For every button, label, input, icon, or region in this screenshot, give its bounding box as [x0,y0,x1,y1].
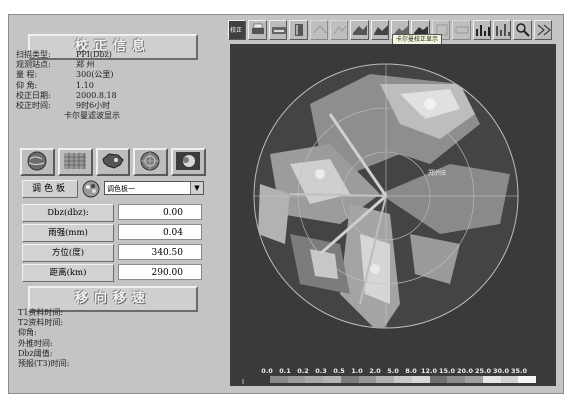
legend-swatch [482,376,501,383]
legend-swatch [429,376,448,383]
info-row: 校正日期: 2000.8.18 [16,90,117,100]
info-row: 仰 角: 1.10 [16,80,94,90]
vertical-profile-icon[interactable] [370,20,389,40]
legend-swatch [518,376,537,383]
legend-swatch [305,376,324,383]
legend-value: 20.0 [456,367,474,375]
info-row: 扫描类型: PPI(Dbz) [16,50,112,59]
readout-azimuth: 方位(度) 340.50 [22,244,202,262]
radar-display[interactable]: 郑州E I [230,44,556,386]
legend-value: 12.0 [420,367,438,375]
palette-select-value: 调色板一 [107,185,135,193]
readout-label: Dbz(dbz): [22,204,114,222]
legend-value: 0.2 [297,367,309,375]
info-note: 卡尔曼滤波显示 [64,111,120,121]
legend-value: 35.0 [510,367,528,375]
cloud-image-icon[interactable] [171,148,206,176]
radar-image [253,63,519,329]
legend-swatch [287,376,306,383]
book-icon[interactable] [289,20,308,40]
zoom-icon[interactable] [513,20,532,40]
histogram-icon[interactable] [492,20,512,40]
info-row: 校正时间: 9时6小时 [16,101,111,111]
legend-swatch [340,376,359,383]
legend-value: 30.0 [492,367,510,375]
motion-row: 仰角: [18,328,37,338]
motion-row: T1资料时间: [18,308,64,317]
info-row: 量 程: 300(公里) [16,70,114,80]
globe-map-icon[interactable] [20,148,55,176]
calibration-info: 扫描类型: PPI(Dbz) 观测站点: 郑 州 量 程: 300(公里) 仰 角: 1… [16,50,204,136]
legend-swatch [323,376,341,383]
chevron-down-icon[interactable]: ▼ [190,182,203,194]
legend-value: 1.0 [351,367,363,375]
palette-select[interactable]: 调色板一 ▼ [104,181,204,195]
readout-label: 距离(km) [22,264,114,282]
station-label: 郑州E [428,169,447,177]
palette-icon[interactable] [82,180,100,198]
radar-circle-icon[interactable] [133,148,169,176]
legend-value: 0.1 [279,367,291,375]
grid-icon[interactable] [57,148,93,176]
legend-value: 0.0 [261,367,273,375]
legend-value: 5.0 [387,367,399,375]
calibrate-button[interactable]: 校正 [228,20,247,40]
readout-value[interactable]: 0.00 [118,204,202,220]
legend-values: 0.0 0.1 0.2 0.3 0.5 1.0 2.0 5.0 8.0 12.0… [258,367,528,375]
legend-value: 25.0 [474,367,492,375]
cloud-top-icon[interactable] [350,20,369,40]
legend-swatch [500,376,519,383]
printer-setup-icon[interactable] [268,20,288,40]
map-tool-buttons [20,148,206,176]
readout-value[interactable]: 0.04 [118,224,202,240]
legend-swatch [394,376,412,383]
legend-color-bar [270,376,537,383]
legend-value: 2.0 [369,367,381,375]
readout-value[interactable]: 290.00 [118,264,202,280]
readout-dbz: Dbz(dbz): 0.00 [22,204,202,222]
rain-icon[interactable] [329,20,349,40]
legend-swatch [358,376,377,383]
bar-chart-icon[interactable] [472,20,491,40]
china-map-icon[interactable] [95,148,131,176]
motion-row: T2资料时间: [18,318,64,328]
legend-value: 0.3 [315,367,327,375]
left-panel: 校正信息 扫描类型: PPI(Dbz) 观测站点: 郑 州 量 程: 300(公里) … [14,24,210,386]
readout-distance: 距离(km) 290.00 [22,264,202,282]
readout-label: 雨强(mm) [22,224,114,242]
legend-value: 15.0 [438,367,456,375]
readout-rain: 雨强(mm) 0.04 [22,224,202,242]
readout-label: 方位(度) [22,244,114,262]
print-icon[interactable] [248,20,267,40]
motion-row: 外推时间: [18,338,53,348]
palette-row: 调色板 调色板一 ▼ [22,180,208,198]
radar-toolbar: 校正 [228,20,552,42]
palette-label: 调色板 [22,180,78,198]
motion-row: 预报(T3)时间: [18,359,70,369]
legend-swatch [447,376,466,383]
info-row: 观测站点: 郑 州 [16,60,95,70]
readout-value[interactable]: 340.50 [118,244,202,260]
layer-icon[interactable] [452,20,471,40]
legend-swatch [376,376,395,383]
legend-unit: I [242,378,245,386]
legend-swatch [411,376,430,383]
legend-value: 8.0 [405,367,417,375]
calibrate-button-label: 校正 [230,27,243,34]
legend-swatch [270,376,288,383]
hail-icon[interactable] [309,20,328,40]
settings-icon[interactable] [533,20,552,40]
motion-info: T1资料时间: T2资料时间: 仰角: 外推时间: Dbz阈值: 预报(T3)时… [18,308,204,388]
legend-value: 0.5 [333,367,345,375]
motion-row: Dbz阈值: [18,348,53,358]
legend-swatch [465,376,483,383]
